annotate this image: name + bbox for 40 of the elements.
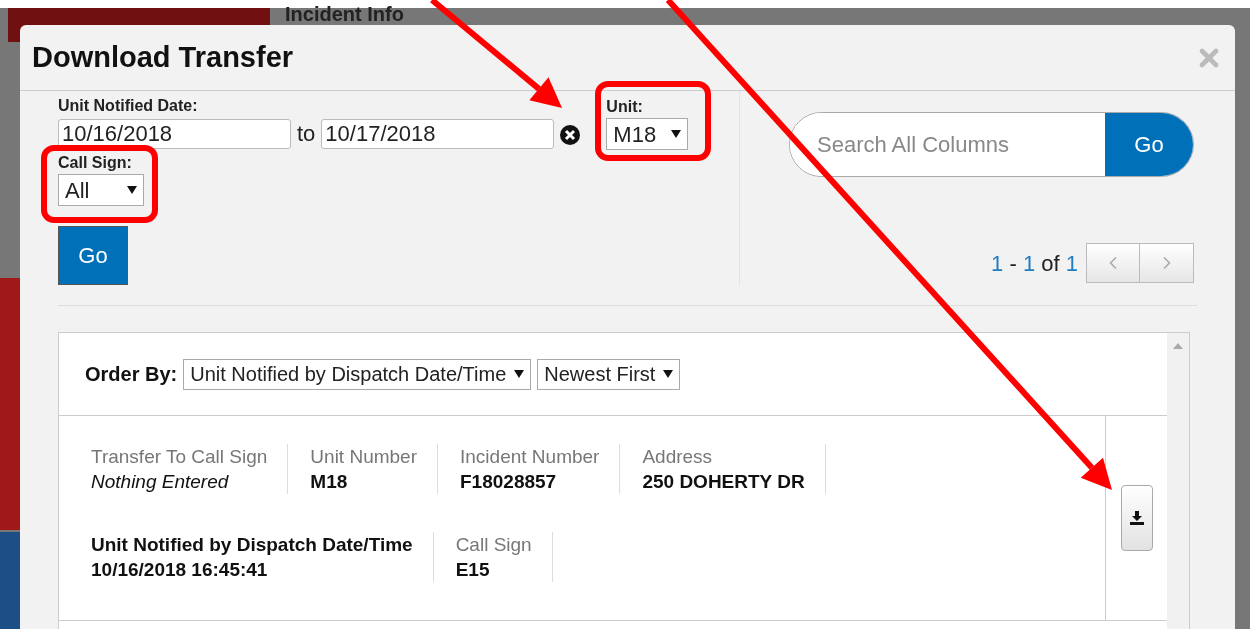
order-direction-select[interactable]: Newest First <box>537 358 681 390</box>
scrollbar[interactable] <box>1167 333 1189 629</box>
date-to-field[interactable]: 10/17/2018 <box>321 118 555 149</box>
field-value: Nothing Entered <box>91 470 230 494</box>
field-value: 250 DOHERTY DR <box>642 470 805 494</box>
search-go-button[interactable]: Go <box>1105 113 1193 176</box>
dialog-title: Download Transfer <box>32 39 294 75</box>
unit-select[interactable]: M18 <box>606 118 689 150</box>
go-button[interactable]: Go <box>58 226 128 285</box>
field-value: M18 <box>310 470 349 494</box>
clear-icon[interactable] <box>560 125 581 145</box>
search-field[interactable]: Search All Columns Go <box>789 112 1194 177</box>
field-value: F18028857 <box>460 470 558 494</box>
unit-label: Unit: <box>606 97 644 117</box>
caret-icon <box>514 370 525 378</box>
order-by-label: Order By: <box>85 362 178 387</box>
field-label: Address <box>642 445 714 469</box>
pagination-info: 1 - 1 of 1 <box>991 249 1078 278</box>
download-icon <box>1129 511 1144 525</box>
caret-icon <box>663 370 674 378</box>
caret-icon <box>127 186 137 194</box>
field-label: Unit Notified by Dispatch Date/Time <box>91 533 413 557</box>
next-page-button[interactable] <box>1140 243 1194 283</box>
field-label: Transfer To Call Sign <box>91 445 268 469</box>
date-from-field[interactable]: 10/16/2018 <box>58 118 291 149</box>
field-label: Call Sign <box>455 533 532 557</box>
call-sign-label: Call Sign: <box>58 153 133 173</box>
field-label: Incident Number <box>460 445 600 469</box>
field-value: E15 <box>455 558 491 582</box>
to-label: to <box>297 120 316 148</box>
caret-icon <box>671 130 682 138</box>
order-field-select[interactable]: Unit Notified by Dispatch Date/Time <box>183 358 532 390</box>
page-heading: Incident Info <box>285 4 404 24</box>
previous-page-button[interactable] <box>1086 243 1140 283</box>
field-label: Unit Number <box>310 445 417 469</box>
scroll-up-icon[interactable] <box>1173 343 1183 349</box>
field-value: 10/16/2018 16:45:41 <box>91 558 269 582</box>
date-label: Unit Notified Date: <box>58 96 199 116</box>
download-button[interactable] <box>1120 485 1153 551</box>
call-sign-select[interactable]: All <box>58 174 144 206</box>
